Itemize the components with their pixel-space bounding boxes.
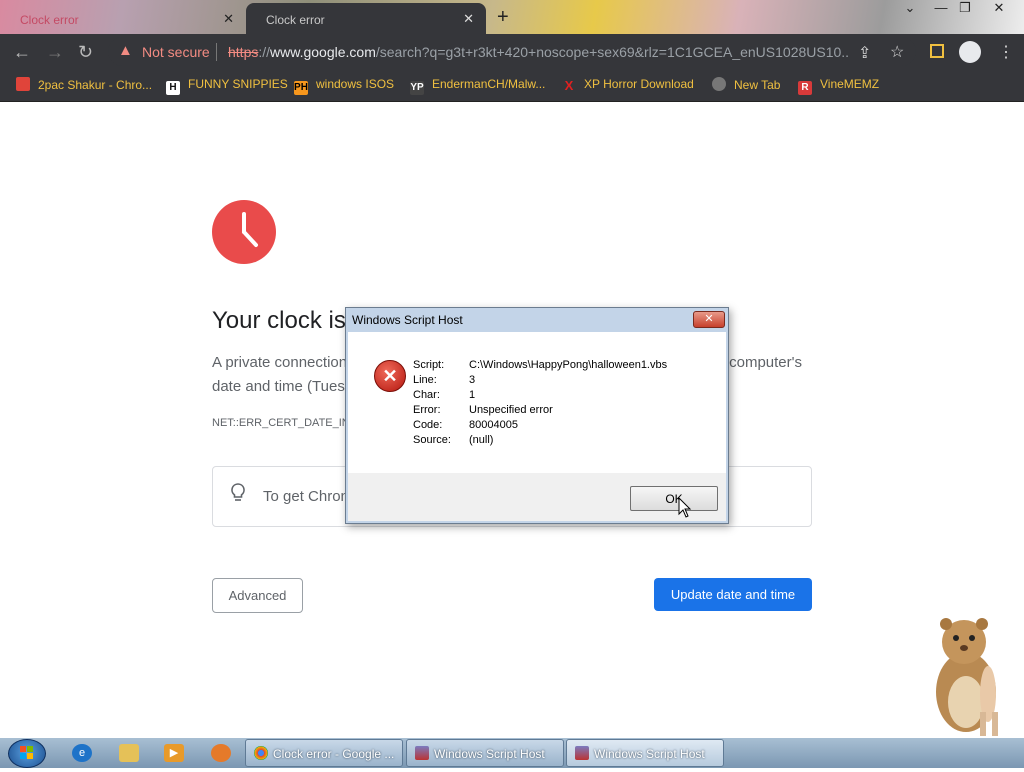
- tab-clock-error-1[interactable]: Clock error ✕: [0, 3, 246, 34]
- omnibox-divider: [216, 43, 217, 61]
- desktop-pet-hamster[interactable]: [918, 612, 1018, 743]
- tab-close-icon[interactable]: ✕: [463, 11, 474, 27]
- url-separator: ://: [258, 44, 271, 60]
- label-script: Script:: [413, 359, 445, 371]
- taskbar-button-script-host-1[interactable]: Windows Script Host: [406, 739, 564, 767]
- warning-triangle-icon[interactable]: ▲: [118, 42, 133, 59]
- paint-icon[interactable]: [211, 744, 231, 762]
- clock-icon: [212, 200, 276, 264]
- calendar-icon: [16, 77, 30, 91]
- url-scheme: https: [228, 44, 259, 60]
- yp-icon: YP: [410, 81, 424, 95]
- value-source: (null): [469, 434, 494, 446]
- bookmark-funny-snippies[interactable]: H FUNNY SNIPPIES: [166, 77, 288, 95]
- bookmark-label: windows ISOS: [316, 77, 395, 91]
- bookmark-label: VineMEMZ: [820, 77, 880, 91]
- bookmark-endermanch[interactable]: YP EndermanCH/Malw...: [410, 77, 545, 95]
- bookmark-2pac[interactable]: 2pac Shakur - Chro...: [16, 77, 152, 92]
- bookmark-label: EndermanCH/Malw...: [432, 77, 546, 91]
- taskbar-button-script-host-2[interactable]: Windows Script Host: [566, 739, 724, 767]
- profile-avatar-icon[interactable]: [959, 41, 981, 63]
- tab-label: Clock error: [266, 13, 325, 27]
- dialog-body: [348, 332, 726, 473]
- bookmark-xp-horror[interactable]: X XP Horror Download: [562, 77, 694, 93]
- taskbar-button-chrome[interactable]: Clock error - Google ...: [245, 739, 403, 767]
- value-line: 3: [469, 374, 476, 386]
- value-code: 80004005: [469, 419, 518, 431]
- lightbulb-icon: [230, 483, 246, 508]
- value-char: 1: [469, 389, 476, 401]
- close-window-button[interactable]: ✕: [985, 0, 1013, 18]
- chrome-icon: [254, 746, 268, 760]
- start-button[interactable]: [8, 739, 46, 768]
- url-path: /search?q=g3t+r3kt+420+noscope+sex69&rlz…: [375, 44, 848, 60]
- bookmark-star-icon[interactable]: ☆: [890, 42, 904, 62]
- clock-hands: [242, 212, 258, 247]
- tip-text: To get Chron: [263, 488, 349, 505]
- bookmark-label: XP Horror Download: [584, 77, 694, 91]
- windows-logo-icon: [20, 746, 33, 759]
- restore-button[interactable]: ❐: [951, 0, 979, 18]
- new-tab-button[interactable]: +: [497, 6, 509, 29]
- url-text[interactable]: https://www.google.com/search?q=g3t+r3kt…: [228, 44, 848, 60]
- share-icon[interactable]: ⇪: [858, 43, 871, 63]
- value-error: Unspecified error: [469, 404, 553, 416]
- side-panel-icon[interactable]: [930, 44, 944, 58]
- value-script: C:\Windows\HappyPong\halloween1.vbs: [469, 359, 668, 371]
- explorer-folder-icon[interactable]: [119, 744, 139, 762]
- bookmark-label: FUNNY SNIPPIES: [188, 77, 288, 91]
- taskbar-label: Clock error - Google ...: [273, 747, 395, 761]
- label-line: Line:: [413, 374, 437, 386]
- script-host-icon: [575, 746, 589, 760]
- dialog-title: Windows Script Host: [352, 313, 463, 327]
- mouse-cursor-icon: [678, 496, 692, 524]
- back-arrow-icon[interactable]: ←: [13, 42, 31, 63]
- bookmark-label: 2pac Shakur - Chro...: [38, 78, 153, 92]
- media-player-icon[interactable]: ▶: [164, 744, 184, 762]
- script-host-icon: [415, 746, 429, 760]
- taskbar-label: Windows Script Host: [434, 747, 545, 761]
- label-code: Code:: [413, 419, 443, 431]
- dialog-close-button[interactable]: ✕: [693, 311, 725, 328]
- bookmark-new-tab[interactable]: New Tab: [712, 77, 780, 92]
- url-host: www.google.com: [270, 44, 376, 60]
- globe-icon: [712, 77, 726, 91]
- error-x-icon: ✕: [374, 360, 406, 392]
- ph-icon: PH: [294, 81, 308, 95]
- ok-button[interactable]: OK: [630, 486, 718, 511]
- label-source: Source:: [413, 434, 451, 446]
- reload-icon[interactable]: ↻: [78, 42, 93, 63]
- h-letter-icon: H: [166, 81, 180, 95]
- bookmark-label: New Tab: [734, 78, 781, 92]
- tab-close-icon[interactable]: ✕: [223, 11, 234, 27]
- forward-arrow-icon[interactable]: →: [46, 42, 64, 63]
- bookmark-vinememz[interactable]: R VineMEMZ: [798, 77, 879, 95]
- x-icon: X: [564, 78, 574, 93]
- windows-script-host-dialog: Windows Script Host ✕ ✕ Script: C:\Windo…: [345, 307, 729, 524]
- tab-clock-error-2[interactable]: Clock error ✕: [246, 3, 486, 34]
- advanced-button[interactable]: Advanced: [212, 578, 303, 613]
- update-date-time-button[interactable]: Update date and time: [654, 578, 812, 611]
- bookmark-windows-isos[interactable]: PH windows ISOS: [294, 77, 394, 95]
- internet-explorer-icon[interactable]: e: [72, 744, 92, 762]
- error-code[interactable]: NET::ERR_CERT_DATE_INV: [212, 417, 357, 429]
- label-error: Error:: [413, 404, 441, 416]
- tab-label: Clock error: [20, 13, 79, 27]
- label-char: Char:: [413, 389, 440, 401]
- taskbar-label: Windows Script Host: [594, 747, 705, 761]
- tab-search-icon[interactable]: ⌄: [896, 0, 924, 18]
- not-secure-label[interactable]: Not secure: [142, 44, 210, 60]
- page-heading: Your clock is: [212, 307, 346, 334]
- r-letter-icon: R: [798, 81, 812, 95]
- menu-kebab-icon[interactable]: ⋮: [998, 42, 1014, 62]
